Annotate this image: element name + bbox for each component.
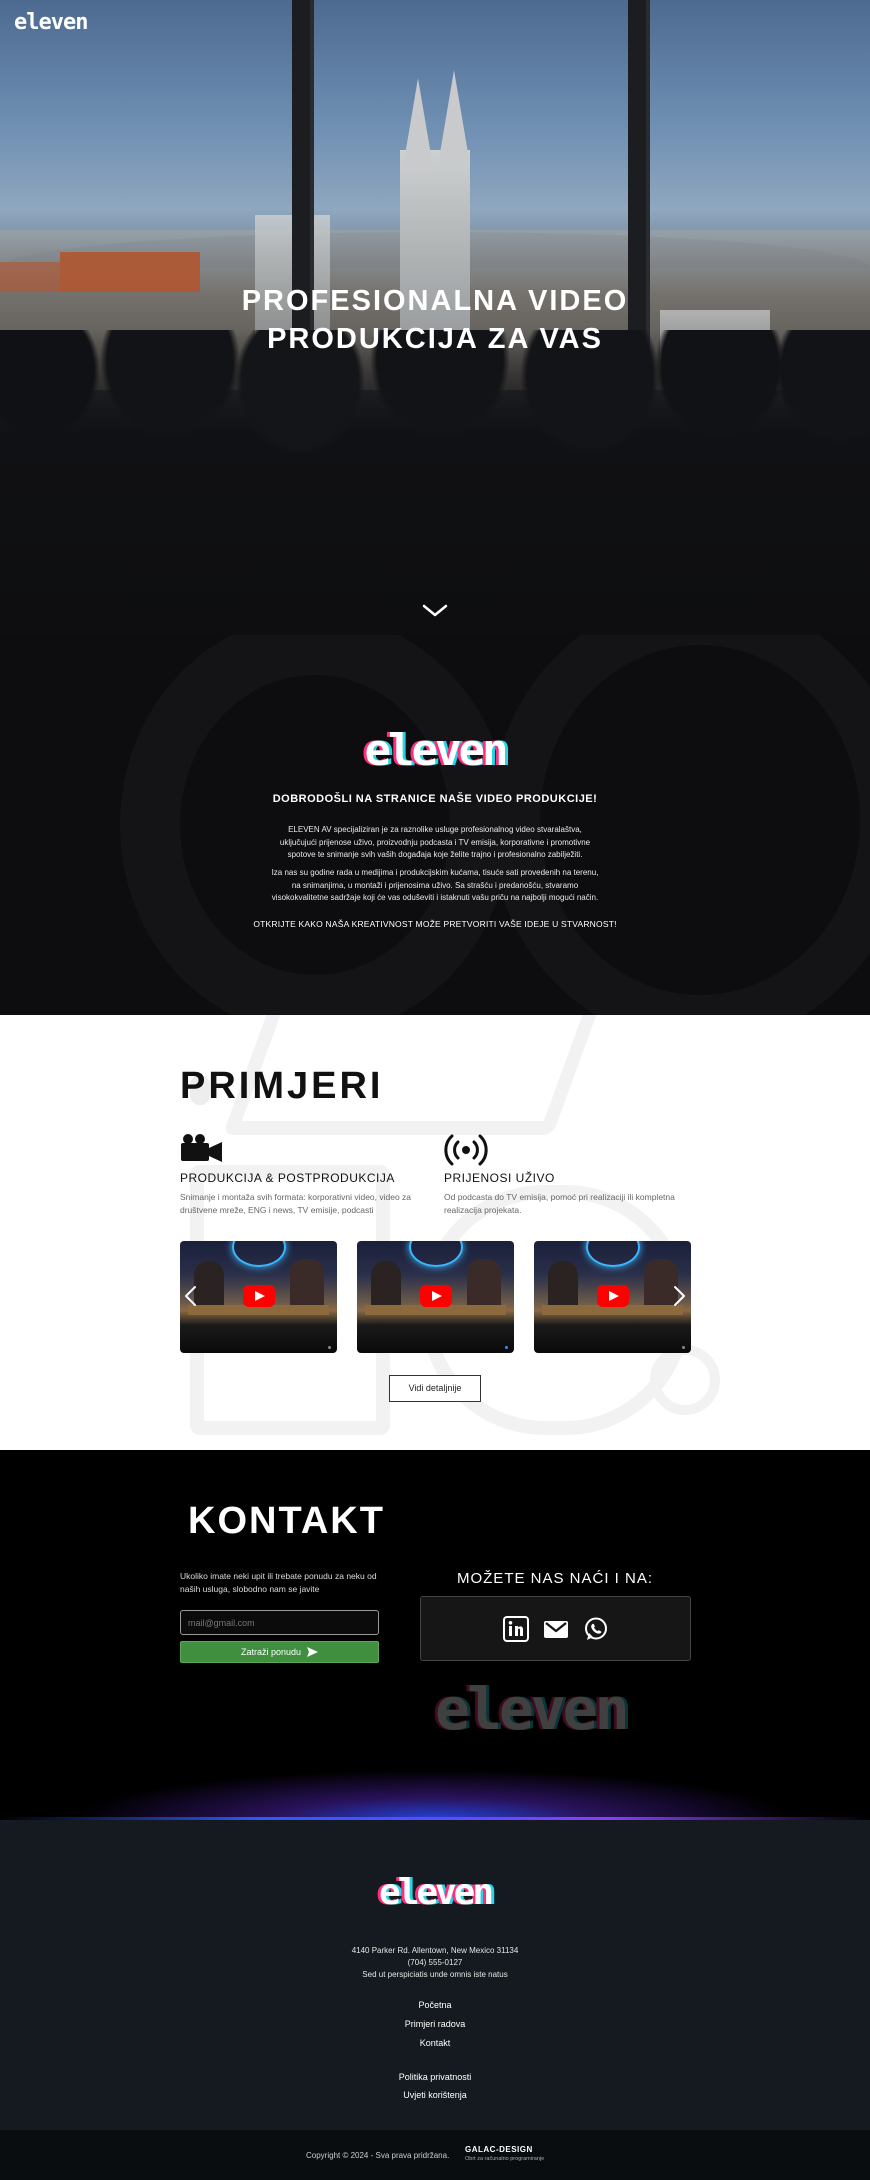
hero-spire	[438, 70, 470, 165]
service-desc-line: realizacija projekata.	[444, 1204, 522, 1215]
footer-privacy-link[interactable]: Politika privatnosti	[0, 2072, 870, 2082]
youtube-play-icon[interactable]	[597, 1285, 629, 1307]
video-thumbnail-3[interactable]	[534, 1241, 691, 1353]
welcome-logo: eleven	[364, 725, 509, 776]
hero-section: eleven PROFESIONALNA VIDEO PRODUKCIJA ZA…	[0, 0, 870, 635]
welcome-p2-line: visokokvalitetne sadržaje koji će vas od…	[271, 893, 599, 902]
footer-tagline: Sed ut perspiciatis unde omnis iste natu…	[362, 1970, 508, 1979]
send-icon	[307, 1647, 319, 1657]
footer-logo[interactable]: eleven	[0, 1872, 870, 1913]
broadcast-icon	[444, 1134, 488, 1166]
request-quote-button[interactable]: Zatraži ponudu	[180, 1641, 379, 1663]
welcome-p2-line: na snimanjima, u montaži i prijenosima u…	[291, 880, 579, 890]
details-button[interactable]: Vidi detaljnije	[389, 1375, 481, 1402]
thumbnail-neon-sign	[586, 1241, 640, 1267]
hero-title-line2: PRODUKCIJA ZA VAS	[267, 323, 603, 355]
credit-title[interactable]: GALAC-DESIGN	[465, 2145, 533, 2154]
service-desc-line: društvene mreže, ENG i news, TV emisije,…	[180, 1204, 374, 1215]
hero-title-line1: PROFESIONALNA VIDEO	[241, 285, 629, 317]
hero-crowd-silhouette	[0, 330, 870, 635]
service-desc-line: Snimanje i montaža svih formata: korpora…	[180, 1192, 412, 1202]
service-title: PRIJENOSI UŽIVO	[444, 1171, 555, 1185]
whatsapp-icon[interactable]	[583, 1616, 609, 1642]
service-desc: Snimanje i montaža svih formata: korpora…	[180, 1191, 430, 1216]
service-title: PRODUKCIJA & POSTPRODUKCIJA	[180, 1171, 395, 1185]
header-logo[interactable]: eleven	[14, 10, 88, 35]
welcome-p1-line: spotove te snimanje svih vaših događaja …	[287, 850, 583, 859]
thumbnail-indicator	[505, 1346, 508, 1349]
video-thumbnail-1[interactable]	[180, 1241, 337, 1353]
footer-terms-link[interactable]: Uvjeti korištenja	[0, 2090, 870, 2100]
request-quote-label: Zatraži ponudu	[240, 1647, 302, 1657]
examples-section: PRIMJERI PRODUKCIJA & POSTPRODUKCIJA Sni…	[0, 1015, 870, 1450]
footer: eleven 4140 Parker Rd. Allentown, New Me…	[0, 1820, 870, 2130]
contact-heading: KONTAKT	[188, 1500, 385, 1542]
email-input[interactable]	[180, 1610, 379, 1635]
footer-phone: (704) 555-0127	[407, 1958, 463, 1967]
video-thumbnail-2[interactable]	[357, 1241, 514, 1353]
hero-spire	[402, 78, 434, 173]
welcome-title: DOBRODOŠLI NA STRANICE NAŠE VIDEO PRODUK…	[272, 793, 598, 805]
contact-glow	[0, 1740, 870, 1820]
contact-section: KONTAKT Ukoliko imate neki upit ili treb…	[0, 1450, 870, 1820]
service-desc-line: Od podcasta do TV emisija, pomoć pri rea…	[444, 1192, 675, 1202]
contact-text: Ukoliko imate neki upit ili trebate ponu…	[180, 1570, 380, 1595]
contact-text-line: Ukoliko imate neki upit ili trebate ponu…	[180, 1571, 377, 1581]
service-production: PRODUKCIJA & POSTPRODUKCIJA Snimanje i m…	[180, 1133, 430, 1216]
background-illustration	[650, 1345, 720, 1415]
footer-nav-examples[interactable]: Primjeri radova	[0, 2019, 870, 2029]
footer-address: 4140 Parker Rd. Allentown, New Mexico 31…	[351, 1946, 519, 1955]
contact-text-line: naših usluga, slobodno nam se javite	[180, 1583, 320, 1594]
copyright-text: Copyright © 2024 - Sva prava pridržana.	[306, 2151, 450, 2160]
credit-subtitle: Obrt za računalno programiranje	[465, 2156, 545, 2162]
linkedin-icon[interactable]	[502, 1615, 529, 1642]
video-camera-icon	[181, 1134, 222, 1162]
thumbnail-neon-sign	[232, 1241, 286, 1267]
youtube-play-icon[interactable]	[420, 1285, 452, 1307]
contact-watermark-logo: eleven	[435, 1675, 630, 1743]
examples-heading: PRIMJERI	[180, 1065, 384, 1107]
gmail-icon[interactable]	[543, 1616, 569, 1642]
welcome-paragraph-1: ELEVEN AV specijaliziran je za raznolike…	[265, 824, 605, 862]
hero-title: PROFESIONALNA VIDEO PRODUKCIJA ZA VAS	[0, 282, 870, 358]
page: eleven PROFESIONALNA VIDEO PRODUKCIJA ZA…	[0, 0, 870, 2180]
footer-nav-contact[interactable]: Kontakt	[0, 2038, 870, 2048]
youtube-play-icon[interactable]	[243, 1285, 275, 1307]
chevron-down-icon[interactable]	[422, 604, 448, 618]
service-live: PRIJENOSI UŽIVO Od podcasta do TV emisij…	[444, 1133, 694, 1216]
find-us-title: MOŽETE NAS NAĆI I NA:	[456, 1570, 654, 1587]
welcome-paragraph-2: Iza nas su godine rada u medijima i prod…	[265, 867, 605, 905]
chevron-left-icon[interactable]	[183, 1285, 199, 1307]
welcome-section: eleven DOBRODOŠLI NA STRANICE NAŠE VIDEO…	[0, 635, 870, 1015]
thumbnail-indicator	[328, 1346, 331, 1349]
chevron-right-icon[interactable]	[671, 1285, 687, 1307]
thumbnail-indicator	[682, 1346, 685, 1349]
service-desc: Od podcasta do TV emisija, pomoć pri rea…	[444, 1191, 694, 1216]
welcome-p1-line: uključujući prijenose uživo, proizvodnju…	[279, 837, 591, 847]
welcome-p2-line: Iza nas su godine rada u medijima i prod…	[271, 868, 599, 877]
social-links	[420, 1596, 691, 1661]
welcome-p1-line: ELEVEN AV specijaliziran je za raznolike…	[288, 825, 582, 834]
thumbnail-neon-sign	[409, 1241, 463, 1267]
bottom-bar: Copyright © 2024 - Sva prava pridržana. …	[0, 2130, 870, 2180]
footer-nav-home[interactable]: Početna	[0, 2000, 870, 2010]
welcome-cta: OTKRIJTE KAKO NAŠA KREATIVNOST MOŽE PRET…	[253, 919, 617, 929]
